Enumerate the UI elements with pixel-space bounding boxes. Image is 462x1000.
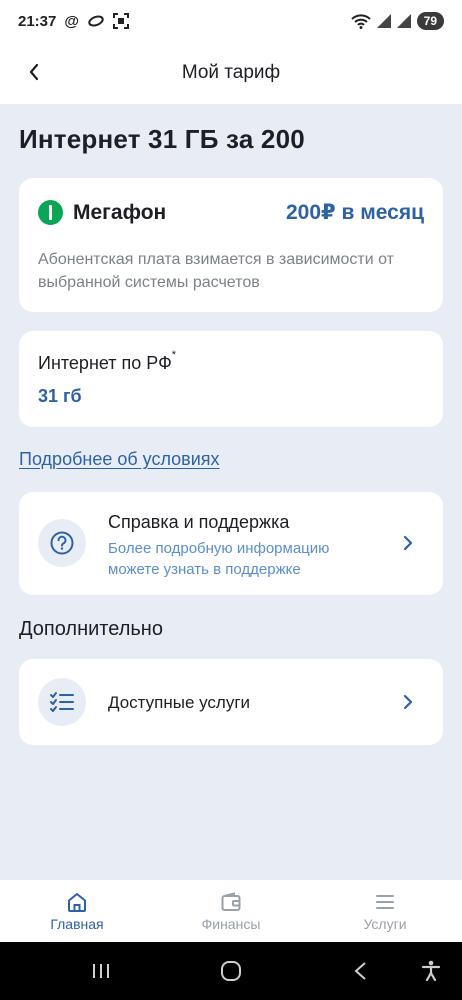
back-triangle-icon [354,962,366,980]
available-services-card[interactable]: Доступные услуги [19,659,443,745]
nav-item-home[interactable]: Главная [0,880,154,942]
nav-label-finance: Финансы [201,915,261,932]
menu-icon [376,894,394,909]
bottom-nav: Главная Финансы Услуги [0,880,462,942]
megafon-logo-icon [38,200,63,225]
home-icon [68,892,86,912]
question-icon [50,531,74,555]
circle-home-icon [221,961,241,981]
services-label: Доступные услуги [108,693,251,712]
operator-description: Абонентская плата взимается в зависимост… [38,251,395,291]
back-system-button[interactable] [345,956,375,986]
chevron-right-icon [403,535,413,551]
nav-item-services[interactable]: Услуги [308,880,462,942]
accessibility-button[interactable] [416,956,446,986]
wifi-icon [350,13,371,29]
internet-label-wrap: Интернет по РФ* [38,349,176,374]
status-time: 21:37 [18,12,57,30]
support-subtitle: Более подробную информацию можете узнать… [108,540,330,578]
internet-label: Интернет по РФ [38,353,172,373]
app-header: Мой тариф [0,42,462,104]
nav-item-finance[interactable]: Финансы [154,880,308,942]
tariff-price: 200₽ в месяц [285,201,424,224]
status-bar: 21:37 @ 79 [0,0,462,42]
footnote-mark: * [171,349,177,361]
chevron-right-icon [403,694,413,710]
details-link[interactable]: Подробнее об условиях [19,449,220,470]
home-system-button[interactable] [216,956,246,986]
recents-icon [93,964,109,978]
internet-value: 31 гб [38,386,82,406]
recents-button[interactable] [86,956,116,986]
at-icon: @ [64,12,80,30]
battery-indicator: 79 [416,12,444,30]
support-card[interactable]: Справка и поддержка Более подробную инфо… [19,492,443,595]
operator-name: Мегафон [73,200,167,224]
signal-icon [376,14,391,28]
scan-icon [113,13,130,29]
support-title: Справка и поддержка [108,512,290,532]
nav-label-home: Главная [50,915,104,932]
page-title: Мой тариф [181,62,281,83]
operator-card: Мегафон 200₽ в месяц Абонентская плата в… [19,178,443,312]
checklist-icon [50,692,74,712]
section-title-additional: Дополнительно [19,618,163,640]
accessibility-icon [421,960,441,982]
notification-icon [88,15,104,27]
system-nav-bar [0,942,462,1000]
back-button[interactable] [18,56,50,88]
signal-icon [396,14,411,28]
chevron-left-icon [29,63,39,81]
help-icon-wrap [38,519,86,567]
wallet-icon [221,891,241,911]
list-icon-wrap [38,678,86,726]
tariff-name: Интернет 31 ГБ за 200 [19,124,305,154]
internet-card: Интернет по РФ* 31 гб [19,331,443,427]
nav-label-services: Услуги [363,915,407,932]
